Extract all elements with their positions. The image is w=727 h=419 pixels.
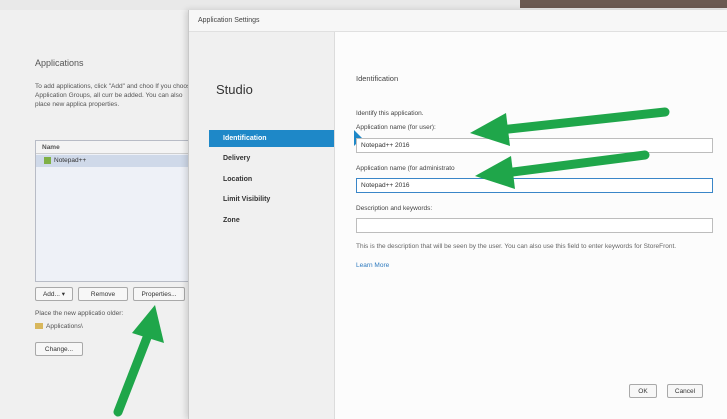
arrow-to-properties-icon [113, 305, 164, 417]
arrow-to-admin-name-icon [475, 150, 650, 189]
annotation-arrows [113, 107, 670, 417]
arrow-to-user-name-icon [470, 107, 670, 146]
